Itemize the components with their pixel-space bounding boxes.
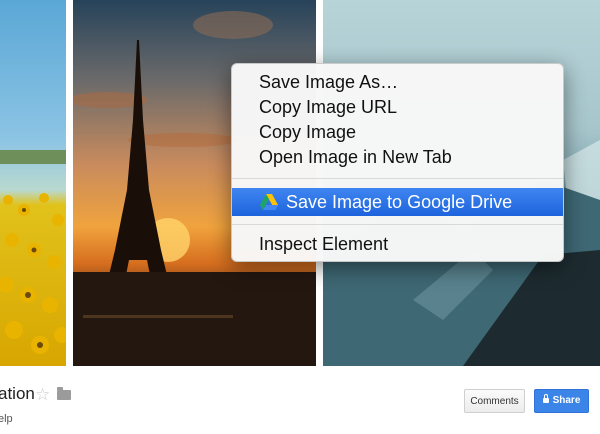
menu-separator (232, 224, 563, 225)
share-label: Share (552, 395, 581, 406)
google-drive-icon (260, 193, 278, 210)
menu-item-save-image-as[interactable]: Save Image As… (232, 69, 563, 95)
menu-item-inspect-element[interactable]: Inspect Element (232, 231, 563, 257)
menu-item-copy-image[interactable]: Copy Image (232, 119, 563, 145)
menu-item-label: Inspect Element (259, 234, 389, 254)
document-title[interactable]: ation (0, 384, 35, 404)
menu-item-label: Copy Image (259, 122, 357, 142)
lock-icon (542, 394, 549, 403)
menu-item-label: Save Image As… (259, 72, 399, 92)
menu-item-open-image-new-tab[interactable]: Open Image in New Tab (232, 144, 563, 170)
menu-item-label: Copy Image URL (259, 97, 398, 117)
menu-separator (232, 178, 563, 179)
folder-icon[interactable] (57, 387, 71, 400)
menu-item-save-to-google-drive[interactable]: Save Image to Google Drive (232, 188, 563, 216)
context-menu: Save Image As… Copy Image URL Copy Image… (231, 63, 564, 262)
menu-help-text[interactable]: elp (0, 413, 13, 425)
star-icon[interactable]: ☆ (35, 385, 50, 405)
share-button[interactable]: Share (534, 389, 589, 413)
menu-item-label: Open Image in New Tab (259, 147, 452, 167)
menu-item-label: Save Image to Google Drive (286, 192, 513, 212)
sunflower-image[interactable] (0, 0, 66, 366)
menu-item-copy-image-url[interactable]: Copy Image URL (232, 94, 563, 120)
sunflower-art (0, 150, 66, 354)
comments-button[interactable]: Comments (464, 389, 525, 413)
